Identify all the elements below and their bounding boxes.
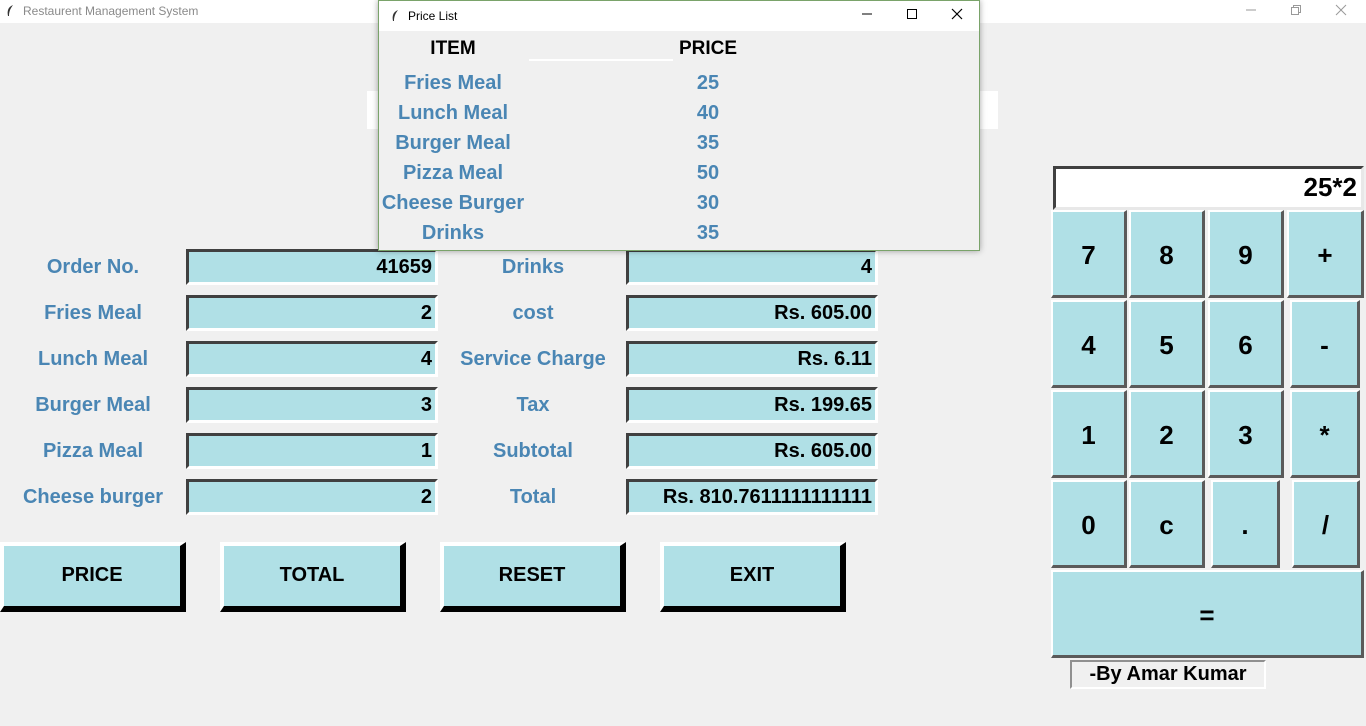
fries-meal-field[interactable]: 2 [186, 295, 438, 331]
calc-key-6[interactable]: 6 [1208, 300, 1284, 388]
calc-key-7[interactable]: 7 [1051, 210, 1127, 298]
service-charge-field[interactable]: Rs. 6.11 [626, 341, 878, 377]
price-list-price: 50 [696, 162, 720, 184]
price-list-item: Burger Meal [395, 132, 511, 154]
fries-meal-label: Fries Meal [44, 302, 142, 324]
calc-key-divide[interactable]: / [1292, 480, 1360, 568]
tax-label: Tax [516, 394, 550, 416]
cheese-burger-label: Cheese burger [22, 486, 164, 508]
burger-meal-label: Burger Meal [35, 394, 151, 416]
service-charge-label: Service Charge [460, 348, 606, 370]
price-column-header: PRICE [678, 38, 738, 59]
calculator-display[interactable]: 25*2 [1053, 166, 1364, 210]
cheese-burger-field[interactable]: 2 [186, 479, 438, 515]
price-list-item: Pizza Meal [402, 162, 504, 184]
subtotal-field[interactable]: Rs. 605.00 [626, 433, 878, 469]
pizza-meal-field[interactable]: 1 [186, 433, 438, 469]
burger-meal-field[interactable]: 3 [186, 387, 438, 423]
tax-field[interactable]: Rs. 199.65 [626, 387, 878, 423]
drinks-field[interactable]: 4 [626, 249, 878, 285]
calc-key-4[interactable]: 4 [1051, 300, 1127, 388]
cost-label: cost [512, 302, 554, 324]
popup-maximize-button[interactable] [889, 1, 934, 31]
subtotal-label: Subtotal [493, 440, 573, 462]
total-label: Total [509, 486, 557, 508]
calc-key-equals[interactable]: = [1051, 570, 1364, 658]
calc-key-8[interactable]: 8 [1129, 210, 1205, 298]
price-list-window: Price List ITEM PRICE Fries Meal 25 Lunc… [378, 0, 980, 251]
window-title: Restaurent Management System [23, 4, 199, 18]
author-label: -By Amar Kumar [1070, 660, 1266, 689]
feather-icon [390, 9, 400, 26]
calc-key-clear[interactable]: c [1129, 480, 1205, 568]
header-separator [529, 59, 673, 61]
price-button[interactable]: PRICE [0, 542, 186, 612]
close-button[interactable] [1318, 0, 1364, 23]
total-button[interactable]: TOTAL [220, 542, 406, 612]
pizza-meal-label: Pizza Meal [42, 440, 144, 462]
calc-key-9[interactable]: 9 [1208, 210, 1284, 298]
calc-key-0[interactable]: 0 [1051, 480, 1127, 568]
price-list-item: Cheese Burger [381, 192, 525, 214]
reset-button[interactable]: RESET [440, 542, 626, 612]
price-list-item: Drinks [421, 222, 485, 244]
exit-button[interactable]: EXIT [660, 542, 846, 612]
price-list-price: 40 [696, 102, 720, 124]
minimize-icon [1246, 9, 1256, 11]
price-list-price: 30 [696, 192, 720, 214]
calc-key-1[interactable]: 1 [1051, 390, 1127, 478]
minimize-icon [861, 13, 872, 15]
lunch-meal-label: Lunch Meal [37, 348, 148, 370]
drinks-label: Drinks [501, 256, 565, 278]
popup-minimize-button[interactable] [844, 1, 889, 31]
calc-key-5[interactable]: 5 [1129, 300, 1205, 388]
restore-icon [1291, 5, 1301, 15]
order-no-field[interactable]: 41659 [186, 249, 438, 285]
total-field[interactable]: Rs. 810.7611111111111 [626, 479, 878, 515]
calc-key-multiply[interactable]: * [1290, 390, 1360, 478]
app-window: Restaurent Management System n Order No.… [0, 0, 1366, 726]
cost-field[interactable]: Rs. 605.00 [626, 295, 878, 331]
calc-key-decimal[interactable]: . [1211, 480, 1280, 568]
price-list-title-bar[interactable]: Price List [379, 1, 979, 31]
order-no-label: Order No. [46, 256, 140, 278]
restore-button[interactable] [1273, 0, 1319, 23]
feather-icon [5, 4, 17, 18]
calc-key-plus[interactable]: + [1287, 210, 1364, 298]
calc-key-3[interactable]: 3 [1208, 390, 1284, 478]
minimize-button[interactable] [1228, 0, 1274, 23]
popup-close-button[interactable] [934, 1, 979, 31]
price-list-price: 35 [696, 132, 720, 154]
price-list-price: 35 [696, 222, 720, 244]
maximize-icon [906, 9, 917, 19]
close-icon [1335, 4, 1347, 16]
calc-key-minus[interactable]: - [1290, 300, 1360, 388]
price-list-title: Price List [408, 9, 458, 23]
close-icon [951, 8, 962, 20]
price-list-item: Fries Meal [404, 72, 502, 94]
price-list-price: 25 [696, 72, 720, 94]
calc-key-2[interactable]: 2 [1129, 390, 1205, 478]
lunch-meal-field[interactable]: 4 [186, 341, 438, 377]
item-column-header: ITEM [430, 38, 476, 59]
price-list-item: Lunch Meal [397, 102, 508, 124]
